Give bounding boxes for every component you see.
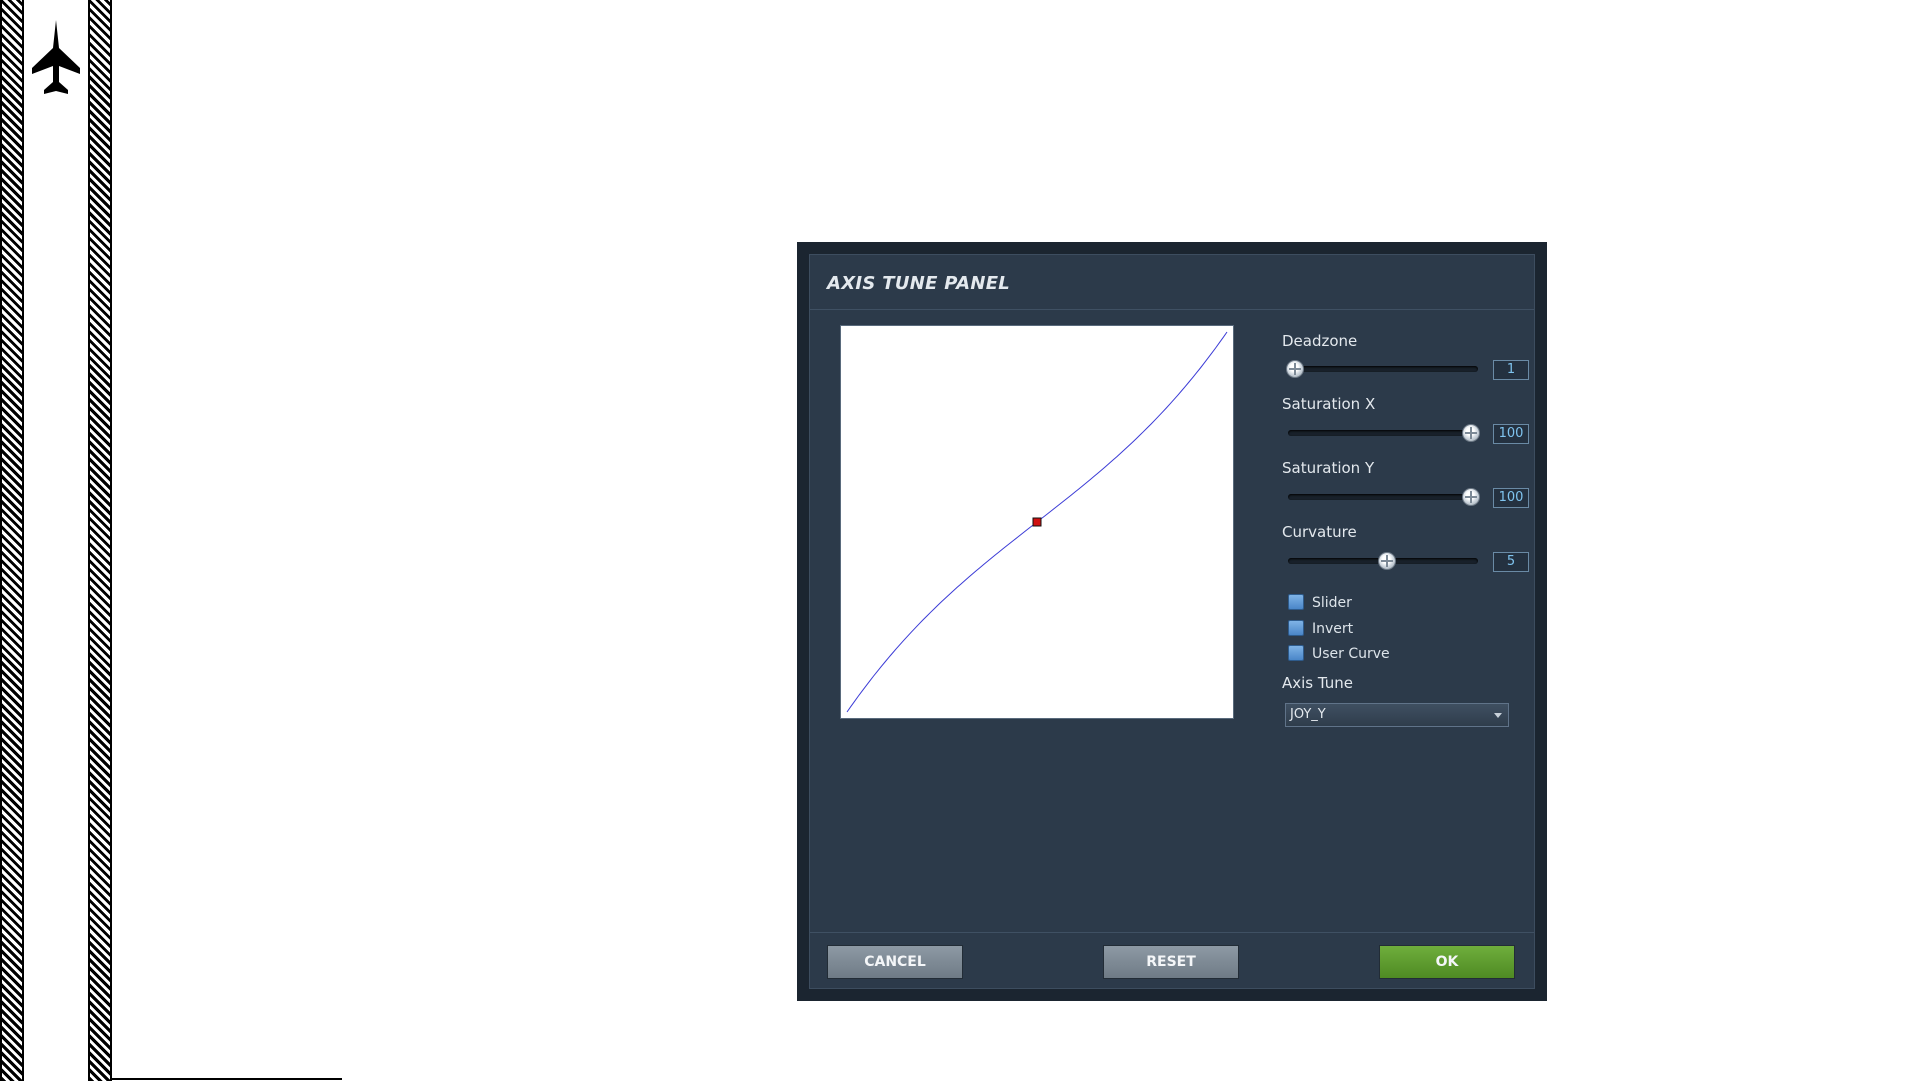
saturation-x-value[interactable]: 100 [1493, 424, 1529, 444]
deadzone-value[interactable]: 1 [1493, 360, 1529, 380]
reset-button[interactable]: RESET [1103, 945, 1239, 979]
invert-checkbox[interactable] [1288, 620, 1304, 636]
saturation-x-slider-knob[interactable] [1462, 424, 1480, 442]
deadzone-slider-knob[interactable] [1286, 360, 1304, 378]
slider-checkbox[interactable] [1288, 594, 1304, 610]
axis-tune-select[interactable]: JOY_Y [1285, 703, 1509, 727]
footer-divider [810, 932, 1534, 933]
saturation-x-label: Saturation X [1282, 395, 1376, 413]
saturation-y-value[interactable]: 100 [1493, 488, 1529, 508]
bottom-rule [112, 1078, 342, 1080]
user-curve-checkbox[interactable] [1288, 645, 1304, 661]
deadzone-label: Deadzone [1282, 332, 1358, 350]
user-curve-checkbox-label: User Curve [1312, 646, 1390, 662]
hatched-border-right [88, 0, 112, 1081]
axis-tune-dialog: AXIS TUNE PANEL Deadzone 1 Saturation X … [797, 242, 1547, 1001]
curvature-slider[interactable] [1288, 552, 1478, 570]
curvature-slider-knob[interactable] [1377, 552, 1396, 570]
axis-tune-panel: AXIS TUNE PANEL Deadzone 1 Saturation X … [809, 254, 1535, 989]
chevron-down-icon[interactable] [1494, 713, 1502, 718]
deadzone-slider[interactable] [1286, 360, 1478, 378]
axis-tune-label: Axis Tune [1282, 674, 1354, 692]
saturation-x-slider[interactable] [1288, 424, 1480, 442]
panel-header: AXIS TUNE PANEL [810, 255, 1534, 310]
ok-button[interactable]: OK [1379, 945, 1515, 979]
axis-tune-selected-value: JOY_Y [1290, 707, 1326, 722]
invert-checkbox-label: Invert [1312, 621, 1354, 637]
curvature-value[interactable]: 5 [1493, 552, 1529, 572]
saturation-y-slider-knob[interactable] [1462, 488, 1480, 506]
slider-checkbox-label: Slider [1312, 595, 1352, 611]
response-curve-plot [840, 325, 1234, 719]
panel-title: AXIS TUNE PANEL [827, 273, 1011, 294]
saturation-y-slider[interactable] [1288, 488, 1480, 506]
cancel-button[interactable]: CANCEL [827, 945, 963, 979]
curvature-label: Curvature [1282, 523, 1357, 541]
saturation-y-label: Saturation Y [1282, 459, 1375, 477]
fighter-jet-icon [32, 20, 80, 94]
curve-graph [846, 331, 1228, 713]
curve-center-point[interactable] [1032, 517, 1042, 527]
hatched-border-left [0, 0, 24, 1081]
